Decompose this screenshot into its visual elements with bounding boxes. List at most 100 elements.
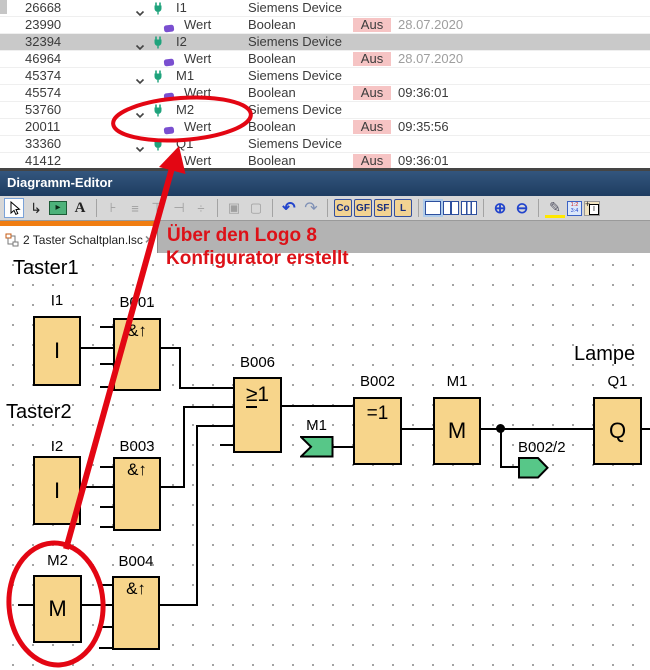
row-type: Boolean xyxy=(248,51,296,67)
block-label-b002: B002 xyxy=(353,373,402,390)
align-vertical-button[interactable]: ≡ xyxy=(125,198,145,218)
block-q1[interactable]: Q xyxy=(593,397,642,465)
value-badge: Aus xyxy=(353,154,391,168)
block-i2[interactable]: I xyxy=(33,456,81,525)
input-stub xyxy=(99,647,112,649)
input-stub xyxy=(99,626,112,628)
text-tool-button[interactable]: A xyxy=(70,198,90,218)
wire xyxy=(161,486,185,488)
wire xyxy=(282,405,353,407)
wire xyxy=(82,604,112,606)
block-label-m1: M1 xyxy=(433,373,481,390)
table-row[interactable]: 45574 Wert Boolean Aus 09:36:01 xyxy=(0,85,650,102)
view-single-button[interactable] xyxy=(425,201,441,215)
align-horizontal-button[interactable]: ⊦ xyxy=(103,198,123,218)
input-stub xyxy=(100,386,113,388)
wire xyxy=(183,406,185,488)
row-type: Boolean xyxy=(248,17,296,33)
wire xyxy=(500,466,518,468)
constants-button[interactable]: Co xyxy=(334,199,352,217)
block-m1[interactable]: M xyxy=(433,397,481,465)
block-label-b001: B001 xyxy=(113,294,161,311)
block-symbol: I xyxy=(54,338,60,364)
block-b001[interactable]: &↑ xyxy=(113,318,161,391)
distribute-button[interactable]: ÷ xyxy=(191,198,211,218)
row-id: 33360 xyxy=(25,136,61,152)
zoom-in-button[interactable]: ⊕ xyxy=(490,198,510,218)
special-functions-button[interactable]: SF xyxy=(374,199,392,217)
row-id: 45374 xyxy=(25,68,61,84)
row-name: Wert xyxy=(184,119,211,135)
row-id: 45574 xyxy=(25,85,61,101)
block-b004[interactable]: &↑ xyxy=(112,576,160,650)
flag-m1[interactable] xyxy=(300,436,334,458)
basic-functions-button[interactable]: GF xyxy=(354,199,372,217)
block-b003[interactable]: &↑ xyxy=(113,457,161,531)
panel-title: Diagramm-Editor xyxy=(7,175,112,190)
table-row-selected[interactable]: 32394 I2 Siemens Device xyxy=(0,34,650,51)
bring-to-front-button[interactable]: ▣ xyxy=(224,198,244,218)
block-label-i1: I1 xyxy=(33,292,81,309)
toolbar-separator xyxy=(538,199,539,217)
tab-schaltplan[interactable]: 2 Taster Schaltplan.lsc × xyxy=(0,221,158,253)
block-symbol: ≥1 xyxy=(235,383,280,407)
block-label-b006: B006 xyxy=(233,354,282,371)
wire xyxy=(179,387,233,389)
diagram-editor-header: Diagramm-Editor xyxy=(0,168,650,196)
row-timestamp: 09:36:01 xyxy=(398,85,449,101)
value-badge: Aus xyxy=(353,86,391,100)
block-b002[interactable]: =1 xyxy=(353,397,402,465)
row-type: Boolean xyxy=(248,119,296,135)
row-id: 23990 xyxy=(25,17,61,33)
row-id: 20011 xyxy=(25,119,60,135)
view-split-3-button[interactable] xyxy=(461,201,477,215)
block-i1[interactable]: I xyxy=(33,316,81,386)
close-icon[interactable]: × xyxy=(145,231,153,247)
table-row[interactable]: 53760 M2 Siemens Device xyxy=(0,102,650,119)
text-tool-icon: A xyxy=(75,200,86,217)
block-b006[interactable]: ≥1 xyxy=(233,377,282,453)
parameter-box-button[interactable] xyxy=(584,201,600,216)
row-id: 53760 xyxy=(25,102,61,118)
logic-button[interactable]: L xyxy=(394,199,412,217)
align-right-button[interactable]: ⊣ xyxy=(169,198,189,218)
toolbar-separator xyxy=(327,199,328,217)
input-stub xyxy=(100,363,113,365)
select-tool-button[interactable] xyxy=(4,198,24,218)
wire xyxy=(196,425,233,427)
align-top-button[interactable]: ⊤ xyxy=(147,198,167,218)
table-row[interactable]: 33360 Q1 Siemens Device xyxy=(0,136,650,153)
block-label-b004: B004 xyxy=(112,553,160,570)
toolbar-separator xyxy=(483,199,484,217)
row-timestamp: 28.07.2020 xyxy=(398,51,463,67)
input-stub xyxy=(99,584,112,586)
row-timestamp: 28.07.2020 xyxy=(398,17,463,33)
redo-button[interactable]: ↷ xyxy=(301,198,321,218)
view-split-2-button[interactable] xyxy=(443,201,459,215)
undo-button[interactable]: ↶ xyxy=(279,198,299,218)
table-row[interactable]: 20011 Wert Boolean Aus 09:35:56 xyxy=(0,119,650,136)
highlight-pencil-button[interactable]: ✎ xyxy=(545,198,565,218)
table-row[interactable]: 23990 Wert Boolean Aus 28.07.2020 xyxy=(0,17,650,34)
block-m2[interactable]: M xyxy=(33,575,82,643)
block-label-q1: Q1 xyxy=(593,373,642,390)
row-id: 32394 xyxy=(25,34,61,50)
table-row[interactable]: 46964 Wert Boolean Aus 28.07.2020 xyxy=(0,51,650,68)
block-label-i2: I2 xyxy=(33,438,81,455)
table-row[interactable]: 26668 I1 Siemens Device xyxy=(0,0,650,17)
flag-b002-2[interactable] xyxy=(518,457,549,479)
junction-dot xyxy=(496,424,505,433)
diagram-canvas[interactable]: Taster1 Taster2 Lampe xyxy=(0,253,650,670)
block-numbers-button[interactable] xyxy=(567,201,582,216)
row-name: M2 xyxy=(176,102,194,118)
zoom-out-button[interactable]: ⊖ xyxy=(512,198,532,218)
watch-table: 26668 I1 Siemens Device 23990 Wert Boole… xyxy=(0,0,650,170)
simulation-tool-button[interactable]: ▸ xyxy=(48,198,68,218)
send-to-back-button[interactable]: ▢ xyxy=(246,198,266,218)
connector-tool-button[interactable]: ↳ xyxy=(26,198,46,218)
wire xyxy=(183,406,233,408)
flag-label-b002-2: B002/2 xyxy=(518,439,566,456)
wire xyxy=(402,428,433,430)
row-name: Wert xyxy=(184,85,211,101)
table-row[interactable]: 45374 M1 Siemens Device xyxy=(0,68,650,85)
